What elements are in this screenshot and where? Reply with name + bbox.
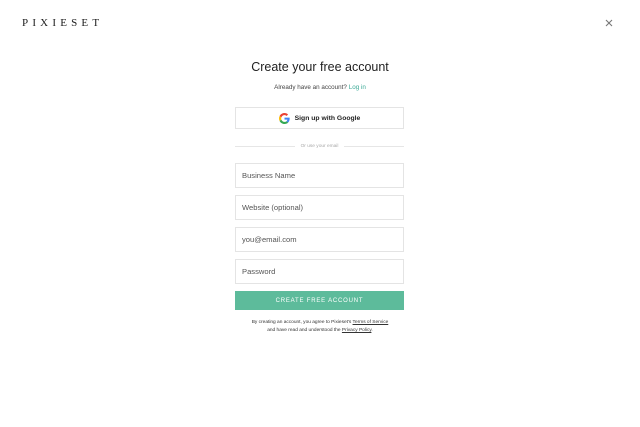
divider-line-left: [235, 145, 295, 147]
divider-line-right: [344, 145, 405, 147]
signup-page: PIXIESET Create your free account Alread…: [0, 0, 640, 427]
terms-line-1-text: By creating an account, you agree to Pix…: [251, 320, 352, 325]
log-in-link[interactable]: Log in: [349, 84, 366, 91]
sign-up-with-google-button[interactable]: Sign up with Google: [235, 107, 404, 129]
terms-of-service-link[interactable]: Terms of Service: [353, 320, 389, 325]
divider-text: Or use your email: [300, 143, 339, 149]
password-input[interactable]: [235, 259, 404, 284]
login-prompt: Already have an account? Log in: [0, 84, 640, 91]
terms-notice: By creating an account, you agree to Pix…: [0, 319, 640, 335]
email-input[interactable]: [235, 227, 404, 252]
pixieset-logo[interactable]: PIXIESET: [22, 17, 103, 29]
google-button-label: Sign up with Google: [294, 114, 361, 122]
business-name-input[interactable]: [235, 163, 404, 188]
terms-line-1: By creating an account, you agree to Pix…: [0, 319, 640, 327]
terms-line-2: and have read and understood the Privacy…: [0, 327, 640, 335]
create-free-account-button[interactable]: CREATE FREE ACCOUNT: [235, 291, 404, 310]
website-input[interactable]: [235, 195, 404, 220]
close-button[interactable]: [602, 16, 616, 30]
login-prompt-text: Already have an account?: [274, 84, 347, 91]
email-divider: Or use your email: [235, 142, 405, 150]
privacy-policy-link[interactable]: Privacy Policy: [342, 328, 372, 333]
page-title: Create your free account: [251, 60, 389, 74]
google-icon: [278, 112, 290, 124]
terms-line-2-text: and have read and understood the: [267, 328, 341, 333]
terms-line-2-period: .: [371, 328, 373, 333]
close-icon: [605, 19, 613, 27]
